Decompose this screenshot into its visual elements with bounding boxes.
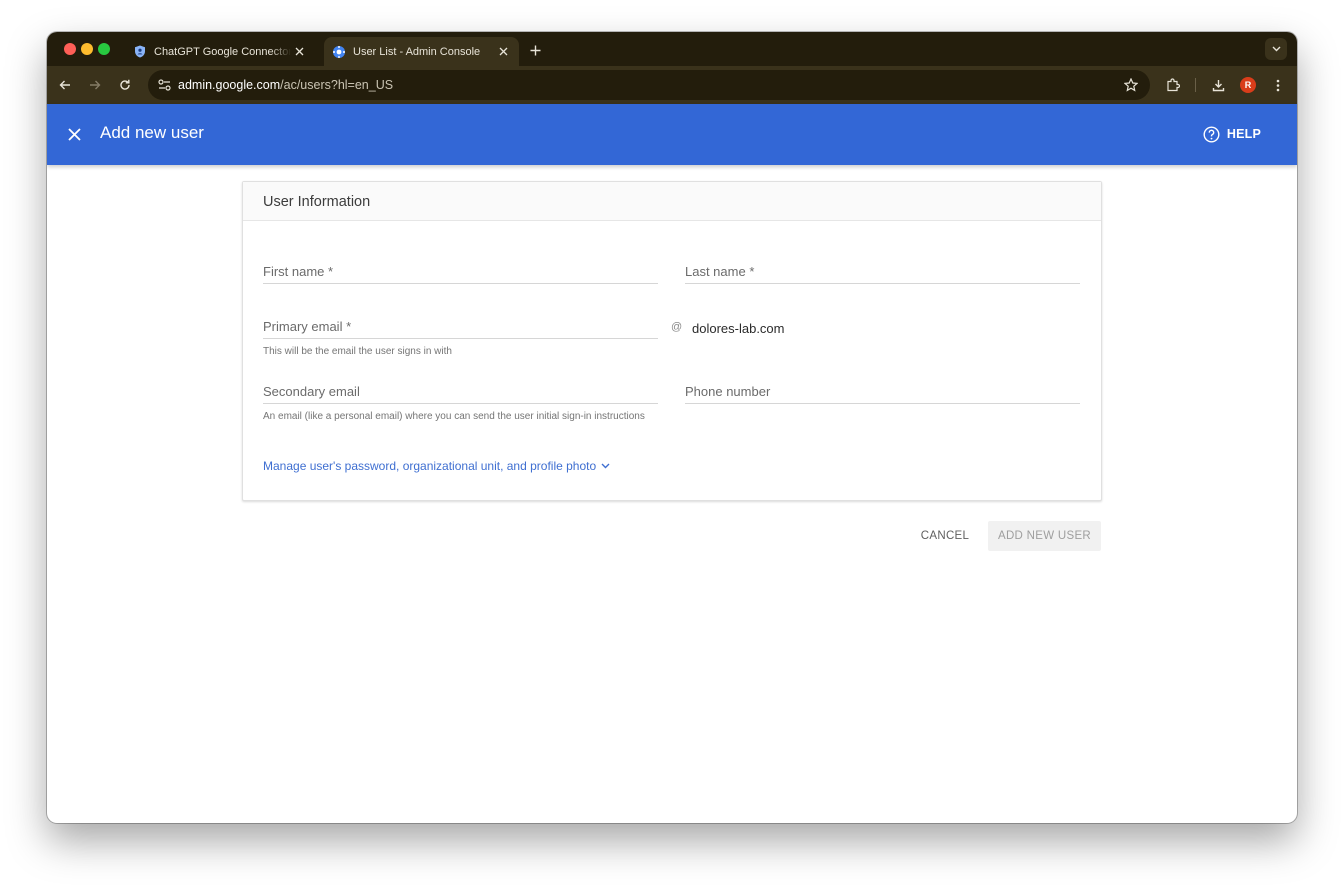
page-title: Add new user bbox=[100, 123, 204, 142]
close-window-button[interactable] bbox=[64, 43, 76, 55]
help-label: HELP bbox=[1226, 127, 1261, 141]
close-icon[interactable] bbox=[63, 123, 85, 145]
toolbar-divider bbox=[1195, 78, 1196, 92]
primary-email-label: Primary email * bbox=[263, 319, 352, 334]
url-path: /ac/users?hl=en_US bbox=[280, 78, 394, 92]
browser-window: ChatGPT Google Connector - User List - A… bbox=[47, 32, 1297, 823]
browser-toolbar: admin.google.com/ac/users?hl=en_US R bbox=[47, 66, 1297, 104]
card-header: User Information bbox=[243, 182, 1101, 221]
manage-user-options-link[interactable]: Manage user's password, organizational u… bbox=[263, 459, 611, 473]
last-name-field[interactable]: Last name * bbox=[685, 260, 1080, 284]
more-vert-icon[interactable] bbox=[1268, 75, 1288, 95]
primary-email-field[interactable]: Primary email * bbox=[263, 315, 658, 339]
phone-number-label: Phone number bbox=[685, 384, 771, 399]
admin-gear-icon bbox=[332, 45, 346, 59]
new-tab-plus-icon[interactable] bbox=[525, 40, 545, 60]
manage-link-label: Manage user's password, organizational u… bbox=[263, 459, 597, 473]
at-sign: @ bbox=[671, 321, 683, 333]
user-information-card: User Information First name * Last name … bbox=[242, 181, 1102, 501]
download-icon[interactable] bbox=[1208, 75, 1228, 95]
add-new-user-button[interactable]: ADD NEW USER bbox=[988, 521, 1101, 551]
tab-title: User List - Admin Console bbox=[353, 45, 481, 58]
reload-icon[interactable] bbox=[115, 75, 135, 95]
secondary-email-label: Secondary email bbox=[263, 384, 360, 399]
bookmark-star-icon[interactable] bbox=[1122, 76, 1140, 94]
url-host: admin.google.com bbox=[178, 78, 281, 92]
card-title: User Information bbox=[263, 194, 371, 210]
first-name-field[interactable]: First name * bbox=[263, 260, 658, 284]
back-arrow-icon[interactable] bbox=[55, 75, 75, 95]
maximize-window-button[interactable] bbox=[98, 43, 110, 55]
domain-text: dolores-lab.com bbox=[692, 321, 785, 336]
help-button[interactable]: HELP bbox=[1203, 122, 1261, 146]
tab-close-icon[interactable] bbox=[291, 44, 307, 60]
site-settings-icon[interactable] bbox=[154, 75, 174, 95]
tab-close-icon[interactable] bbox=[495, 44, 511, 60]
first-name-label: First name * bbox=[263, 264, 334, 279]
help-circle-icon bbox=[1203, 125, 1221, 143]
primary-email-helper: This will be the email the user signs in… bbox=[263, 346, 452, 357]
tab-user-list-admin[interactable]: User List - Admin Console bbox=[324, 37, 519, 66]
tab-title: ChatGPT Google Connector - bbox=[154, 45, 291, 58]
tab-chatgpt-connector[interactable]: ChatGPT Google Connector - bbox=[125, 37, 315, 66]
address-bar[interactable]: admin.google.com/ac/users?hl=en_US bbox=[148, 70, 1150, 100]
profile-avatar[interactable]: R bbox=[1240, 77, 1256, 93]
url-text: admin.google.com/ac/users?hl=en_US bbox=[178, 78, 393, 92]
cancel-button[interactable]: CANCEL bbox=[914, 521, 976, 551]
forward-arrow-icon[interactable] bbox=[85, 75, 105, 95]
secondary-email-field[interactable]: Secondary email bbox=[263, 380, 658, 404]
chevron-down-icon bbox=[599, 460, 611, 472]
last-name-label: Last name * bbox=[685, 264, 755, 279]
shield-icon bbox=[133, 45, 147, 59]
tab-search-chevron-icon[interactable] bbox=[1265, 38, 1287, 60]
phone-number-field[interactable]: Phone number bbox=[685, 380, 1080, 404]
secondary-email-helper: An email (like a personal email) where y… bbox=[263, 411, 645, 422]
app-header: Add new user HELP bbox=[47, 104, 1297, 165]
minimize-window-button[interactable] bbox=[81, 43, 93, 55]
tab-strip: ChatGPT Google Connector - User List - A… bbox=[47, 32, 1297, 66]
extensions-puzzle-icon[interactable] bbox=[1163, 75, 1183, 95]
